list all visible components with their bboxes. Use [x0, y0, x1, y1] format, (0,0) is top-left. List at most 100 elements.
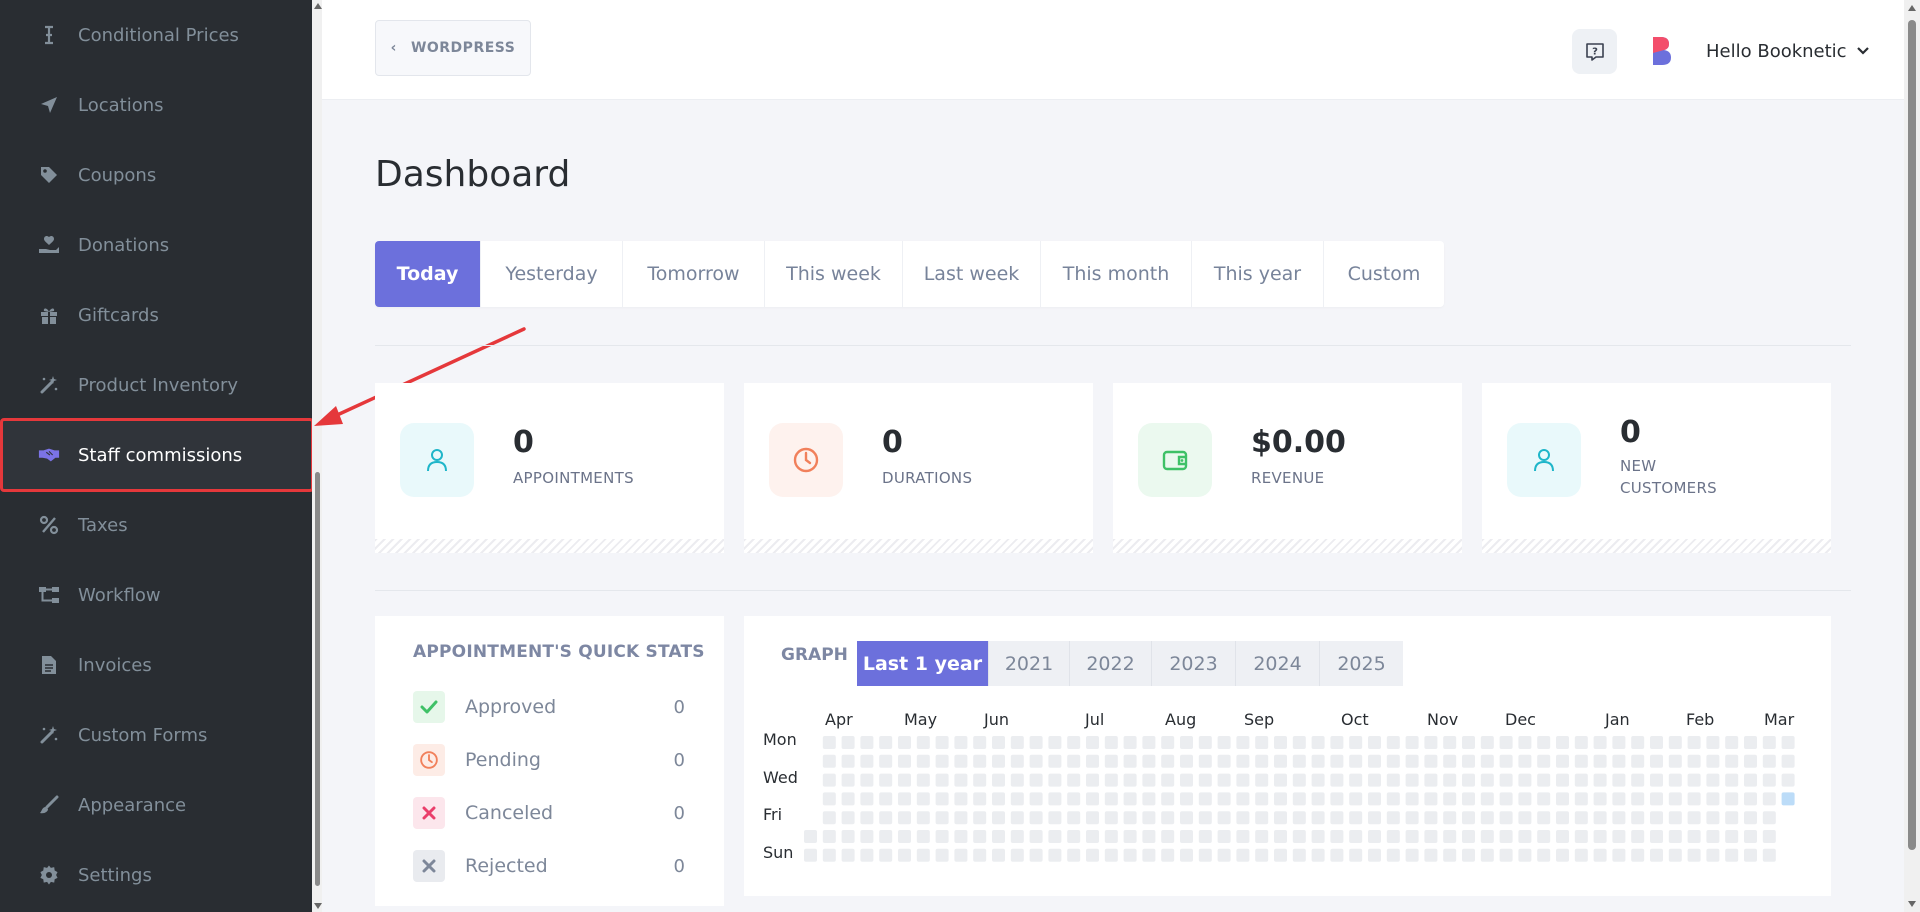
heatmap-cell[interactable] [1180, 754, 1193, 768]
heatmap-cell[interactable] [1443, 773, 1457, 787]
heatmap-cell[interactable] [1480, 754, 1494, 768]
heatmap-cell[interactable] [1255, 773, 1269, 787]
heatmap-cell[interactable] [1217, 848, 1231, 862]
heatmap-cell[interactable] [973, 736, 987, 749]
heatmap-cell[interactable] [1274, 736, 1287, 749]
heatmap-cell[interactable] [1198, 754, 1212, 768]
heatmap-cell[interactable] [1217, 736, 1231, 749]
heatmap-cell[interactable] [1405, 736, 1419, 749]
heatmap-cell[interactable] [822, 754, 836, 768]
heatmap-cell[interactable] [1424, 792, 1438, 806]
heatmap-cell[interactable] [841, 754, 855, 768]
heatmap-cell[interactable] [1537, 811, 1551, 825]
heatmap-cell[interactable] [1349, 754, 1363, 768]
heatmap-cell[interactable] [1048, 736, 1062, 749]
heatmap-cell[interactable] [1537, 736, 1551, 749]
heatmap-cell[interactable] [1029, 773, 1043, 787]
heatmap-cell[interactable] [879, 736, 893, 749]
heatmap-cell[interactable] [1161, 848, 1175, 862]
heatmap-cell[interactable] [860, 754, 874, 768]
heatmap-cell[interactable] [1180, 830, 1193, 843]
heatmap-cell[interactable] [1349, 736, 1363, 749]
heatmap-cell[interactable] [1274, 792, 1287, 806]
heatmap-cell[interactable] [1593, 811, 1607, 825]
heatmap-cell[interactable] [1462, 830, 1475, 843]
heatmap-cell[interactable] [1048, 830, 1062, 843]
heatmap-cell[interactable] [992, 736, 1005, 749]
heatmap-cell[interactable] [1067, 811, 1081, 825]
heatmap-cell[interactable] [1142, 811, 1156, 825]
heatmap-cell[interactable] [1405, 754, 1419, 768]
heatmap-cell[interactable] [1368, 830, 1381, 843]
heatmap-cell[interactable] [1405, 811, 1419, 825]
heatmap-cell[interactable] [860, 848, 874, 862]
heatmap-cell[interactable] [1386, 792, 1400, 806]
heatmap-cell[interactable] [841, 830, 855, 843]
heatmap-cell[interactable] [860, 736, 874, 749]
heatmap-cell[interactable] [1462, 792, 1475, 806]
heatmap-cell[interactable] [1499, 773, 1513, 787]
heatmap-cell[interactable] [1236, 754, 1250, 768]
heatmap-cell[interactable] [1123, 773, 1137, 787]
heatmap-cell[interactable] [992, 830, 1005, 843]
heatmap-cell[interactable] [1537, 830, 1551, 843]
heatmap-cell[interactable] [1161, 811, 1175, 825]
heatmap-cell[interactable] [1236, 848, 1250, 862]
heatmap-cell[interactable] [1255, 811, 1269, 825]
heatmap-cell[interactable] [1048, 773, 1062, 787]
heatmap-cell[interactable] [1405, 792, 1419, 806]
heatmap-cell[interactable] [879, 811, 893, 825]
heatmap-cell[interactable] [916, 830, 930, 843]
heatmap-cell[interactable] [1574, 848, 1588, 862]
heatmap-cell[interactable] [1123, 754, 1137, 768]
heatmap-cell[interactable] [1650, 754, 1663, 768]
heatmap-cell[interactable] [1462, 754, 1475, 768]
heatmap-cell[interactable] [860, 792, 874, 806]
heatmap-cell[interactable] [1255, 830, 1269, 843]
heatmap-cell[interactable] [935, 792, 949, 806]
tab-tomorrow[interactable]: Tomorrow [623, 241, 765, 307]
heatmap-cell[interactable] [841, 773, 855, 787]
heatmap-cell[interactable] [916, 811, 930, 825]
heatmap-cell[interactable] [1104, 736, 1118, 749]
heatmap-cell[interactable] [1443, 848, 1457, 862]
heatmap-cell[interactable] [1537, 792, 1551, 806]
heatmap-cell[interactable] [916, 773, 930, 787]
heatmap-cell[interactable] [1010, 736, 1024, 749]
heatmap-cell[interactable] [1706, 754, 1720, 768]
heatmap-cell[interactable] [1142, 792, 1156, 806]
heatmap-cell[interactable] [1574, 830, 1588, 843]
heatmap-cell[interactable] [1255, 848, 1269, 862]
heatmap-cell[interactable] [822, 792, 836, 806]
heatmap-cell[interactable] [1236, 830, 1250, 843]
heatmap-cell[interactable] [1744, 754, 1757, 768]
heatmap-cell[interactable] [860, 811, 874, 825]
heatmap-cell[interactable] [1762, 792, 1776, 806]
heatmap-cell[interactable] [1330, 773, 1344, 787]
heatmap-cell[interactable] [1330, 754, 1344, 768]
heatmap-cell[interactable] [1556, 830, 1569, 843]
heatmap-cell[interactable] [1029, 792, 1043, 806]
heatmap-cell[interactable] [1010, 830, 1024, 843]
heatmap-cell[interactable] [1311, 754, 1325, 768]
heatmap-cell[interactable] [1368, 773, 1381, 787]
heatmap-cell[interactable] [841, 811, 855, 825]
heatmap-cell[interactable] [1668, 848, 1682, 862]
heatmap-cell[interactable] [898, 754, 911, 768]
heatmap-cell[interactable] [1537, 773, 1551, 787]
heatmap-cell[interactable] [1593, 736, 1607, 749]
heatmap-cell[interactable] [1668, 792, 1682, 806]
heatmap-cell[interactable] [1274, 811, 1287, 825]
heatmap-cell[interactable] [1593, 792, 1607, 806]
heatmap-cell[interactable] [1161, 830, 1175, 843]
heatmap-cell[interactable] [1424, 830, 1438, 843]
heatmap-cell[interactable] [954, 830, 968, 843]
heatmap-cell[interactable] [1650, 773, 1663, 787]
heatmap-cell[interactable] [973, 811, 987, 825]
heatmap-cell[interactable] [1010, 754, 1024, 768]
heatmap-cell[interactable] [1443, 736, 1457, 749]
heatmap-cell[interactable] [1292, 773, 1306, 787]
heatmap-cell[interactable] [1311, 736, 1325, 749]
heatmap-cell[interactable] [1650, 848, 1663, 862]
heatmap-cell[interactable] [841, 848, 855, 862]
